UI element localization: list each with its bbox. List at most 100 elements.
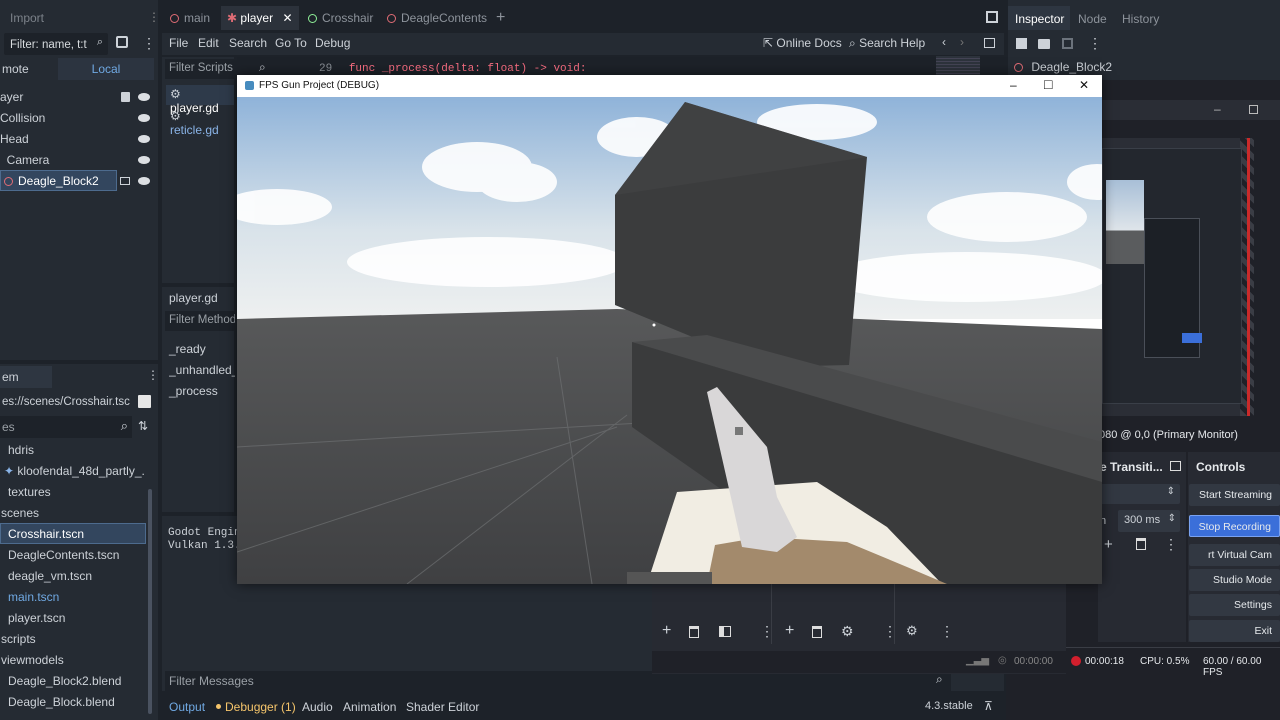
float-dock-icon[interactable] — [1170, 461, 1181, 471]
filesystem-tab[interactable]: em — [0, 366, 52, 388]
tree-item-collision[interactable]: Collision — [0, 108, 130, 128]
file-item[interactable]: hdris — [8, 440, 34, 460]
remote-tab[interactable]: mote — [2, 62, 29, 76]
trash-icon[interactable] — [812, 626, 822, 638]
folder-icon[interactable] — [1038, 39, 1050, 49]
file-item[interactable]: DeagleContents.tscn — [8, 545, 119, 565]
dock-menu-icon[interactable]: ⋮ — [148, 10, 160, 24]
more-icon[interactable]: ⋮ — [883, 623, 897, 640]
attach-script-icon[interactable] — [116, 36, 128, 48]
minimize-button[interactable]: – — [1010, 78, 1017, 92]
exit-button[interactable]: Exit — [1189, 620, 1280, 642]
file-item-selected[interactable]: Crosshair.tscn — [0, 523, 146, 544]
file-item[interactable]: viewmodels — [1, 650, 64, 670]
tab-crosshair[interactable]: Crosshair — [308, 8, 373, 28]
tab-shader-editor[interactable]: Shader Editor — [406, 700, 479, 714]
menu-debug[interactable]: Debug — [315, 36, 350, 50]
gear-icon[interactable]: ⚙ — [841, 623, 854, 640]
inspected-node[interactable]: Deagle_Block2 — [1014, 60, 1112, 74]
obs-maximize-icon[interactable] — [1249, 105, 1258, 114]
close-icon[interactable]: ✕ — [282, 11, 292, 25]
file-item[interactable]: Deagle_Block2.blend — [8, 671, 121, 691]
file-item[interactable]: textures — [8, 482, 51, 502]
script-icon[interactable] — [121, 92, 130, 102]
file-item[interactable]: scripts — [1, 629, 36, 649]
scrollbar[interactable] — [148, 489, 152, 714]
script-item[interactable]: ⚙ reticle.gd — [166, 107, 234, 139]
tab-animation[interactable]: Animation — [343, 700, 396, 714]
sort-icon[interactable]: ⇅ — [138, 419, 148, 433]
file-filter-input[interactable]: es ⌕ — [0, 416, 132, 438]
menu-goto[interactable]: Go To — [275, 36, 307, 50]
stop-recording-button[interactable]: Stop Recording — [1189, 515, 1280, 537]
more-icon[interactable]: ⋮ — [1088, 35, 1102, 52]
virtual-cam-button[interactable]: rt Virtual Cam — [1189, 544, 1280, 566]
tab-history[interactable]: History — [1122, 12, 1159, 26]
history-forward-icon[interactable]: › — [960, 35, 964, 49]
menu-search[interactable]: Search — [229, 36, 267, 50]
maximize-button[interactable]: □ — [1044, 76, 1052, 92]
tab-node[interactable]: Node — [1078, 12, 1107, 26]
tree-item-deagle-block2[interactable]: Deagle_Block2 — [0, 170, 117, 191]
method-item[interactable]: _ready — [169, 342, 206, 356]
add-icon[interactable]: + — [662, 622, 671, 640]
obs-preview[interactable] — [1102, 138, 1254, 416]
filter-icon[interactable] — [719, 626, 731, 637]
trash-icon[interactable] — [1136, 538, 1146, 550]
more-icon[interactable]: ⋮ — [142, 35, 156, 52]
menu-file[interactable]: File — [169, 36, 188, 50]
more-icon[interactable]: ⋮ — [1164, 536, 1178, 553]
duration-input[interactable]: 300 ms ⇕ — [1118, 510, 1180, 532]
obs-minimize-icon[interactable]: – — [1214, 102, 1221, 116]
script-item-selected[interactable]: ⚙ player.gd — [166, 85, 234, 115]
dock-menu-icon[interactable]: ⋮ — [147, 368, 159, 382]
tree-item-head[interactable]: Head — [0, 129, 130, 149]
history-back-icon[interactable]: ‹ — [942, 35, 946, 49]
mixer-settings-icon[interactable]: ⚙ — [906, 623, 918, 639]
add-tab-icon[interactable]: + — [496, 8, 505, 28]
more-icon[interactable]: ⋮ — [940, 623, 954, 640]
transition-select[interactable]: ⇕ — [1100, 484, 1180, 504]
tab-audio[interactable]: Audio — [302, 700, 333, 714]
local-tab[interactable]: Local — [58, 58, 154, 80]
clapper-icon[interactable] — [120, 177, 130, 185]
settings-button[interactable]: Settings — [1189, 594, 1280, 616]
search-help-button[interactable]: ⌕ Search Help — [849, 36, 925, 51]
code-line[interactable]: 29 func _process(delta: float) -> void: — [305, 63, 625, 75]
file-item[interactable]: main.tscn — [8, 587, 59, 607]
file-item[interactable]: Deagle_Block.blend — [8, 692, 115, 712]
more-icon[interactable]: ⋮ — [760, 623, 774, 640]
method-item[interactable]: _process — [169, 384, 218, 398]
visibility-icon[interactable] — [138, 135, 150, 143]
scene-filter-input[interactable]: Filter: name, t:t ⌕ — [4, 33, 108, 55]
float-window-icon[interactable] — [984, 38, 995, 48]
import-tab[interactable]: Import — [10, 11, 44, 25]
pin-panel-icon[interactable]: ⊼ — [984, 699, 993, 713]
file-item[interactable]: ✦ kloofendal_48d_partly_... — [4, 461, 144, 481]
add-icon[interactable]: + — [1104, 536, 1113, 553]
trash-icon[interactable] — [689, 626, 699, 638]
add-icon[interactable]: + — [785, 622, 794, 640]
game-viewport[interactable] — [237, 97, 1102, 584]
close-button[interactable]: ✕ — [1079, 78, 1089, 92]
visibility-icon[interactable] — [138, 93, 150, 101]
tab-output[interactable]: Output — [169, 700, 205, 714]
tab-debugger[interactable]: Debugger (1) — [216, 700, 296, 714]
distraction-free-icon[interactable] — [986, 11, 998, 23]
save-icon[interactable] — [1062, 38, 1073, 49]
toggle-split-icon[interactable] — [138, 395, 151, 408]
new-resource-icon[interactable] — [1016, 38, 1027, 49]
file-item[interactable]: scenes — [1, 503, 39, 523]
visibility-icon[interactable] — [138, 156, 150, 164]
visibility-icon[interactable] — [138, 114, 150, 122]
file-item[interactable]: deagle_vm.tscn — [8, 566, 92, 586]
method-item[interactable]: _unhandled_i — [169, 363, 235, 377]
studio-mode-button[interactable]: Studio Mode — [1189, 569, 1280, 591]
file-item[interactable]: player.tscn — [8, 608, 65, 628]
filter-messages-input[interactable]: Filter Messages — [165, 671, 951, 691]
visibility-icon[interactable] — [138, 177, 150, 185]
menu-edit[interactable]: Edit — [198, 36, 219, 50]
tab-inspector[interactable]: Inspector — [1008, 6, 1070, 30]
tab-main[interactable]: main — [170, 8, 210, 28]
online-docs-button[interactable]: ⇱ Online Docs — [763, 36, 842, 50]
